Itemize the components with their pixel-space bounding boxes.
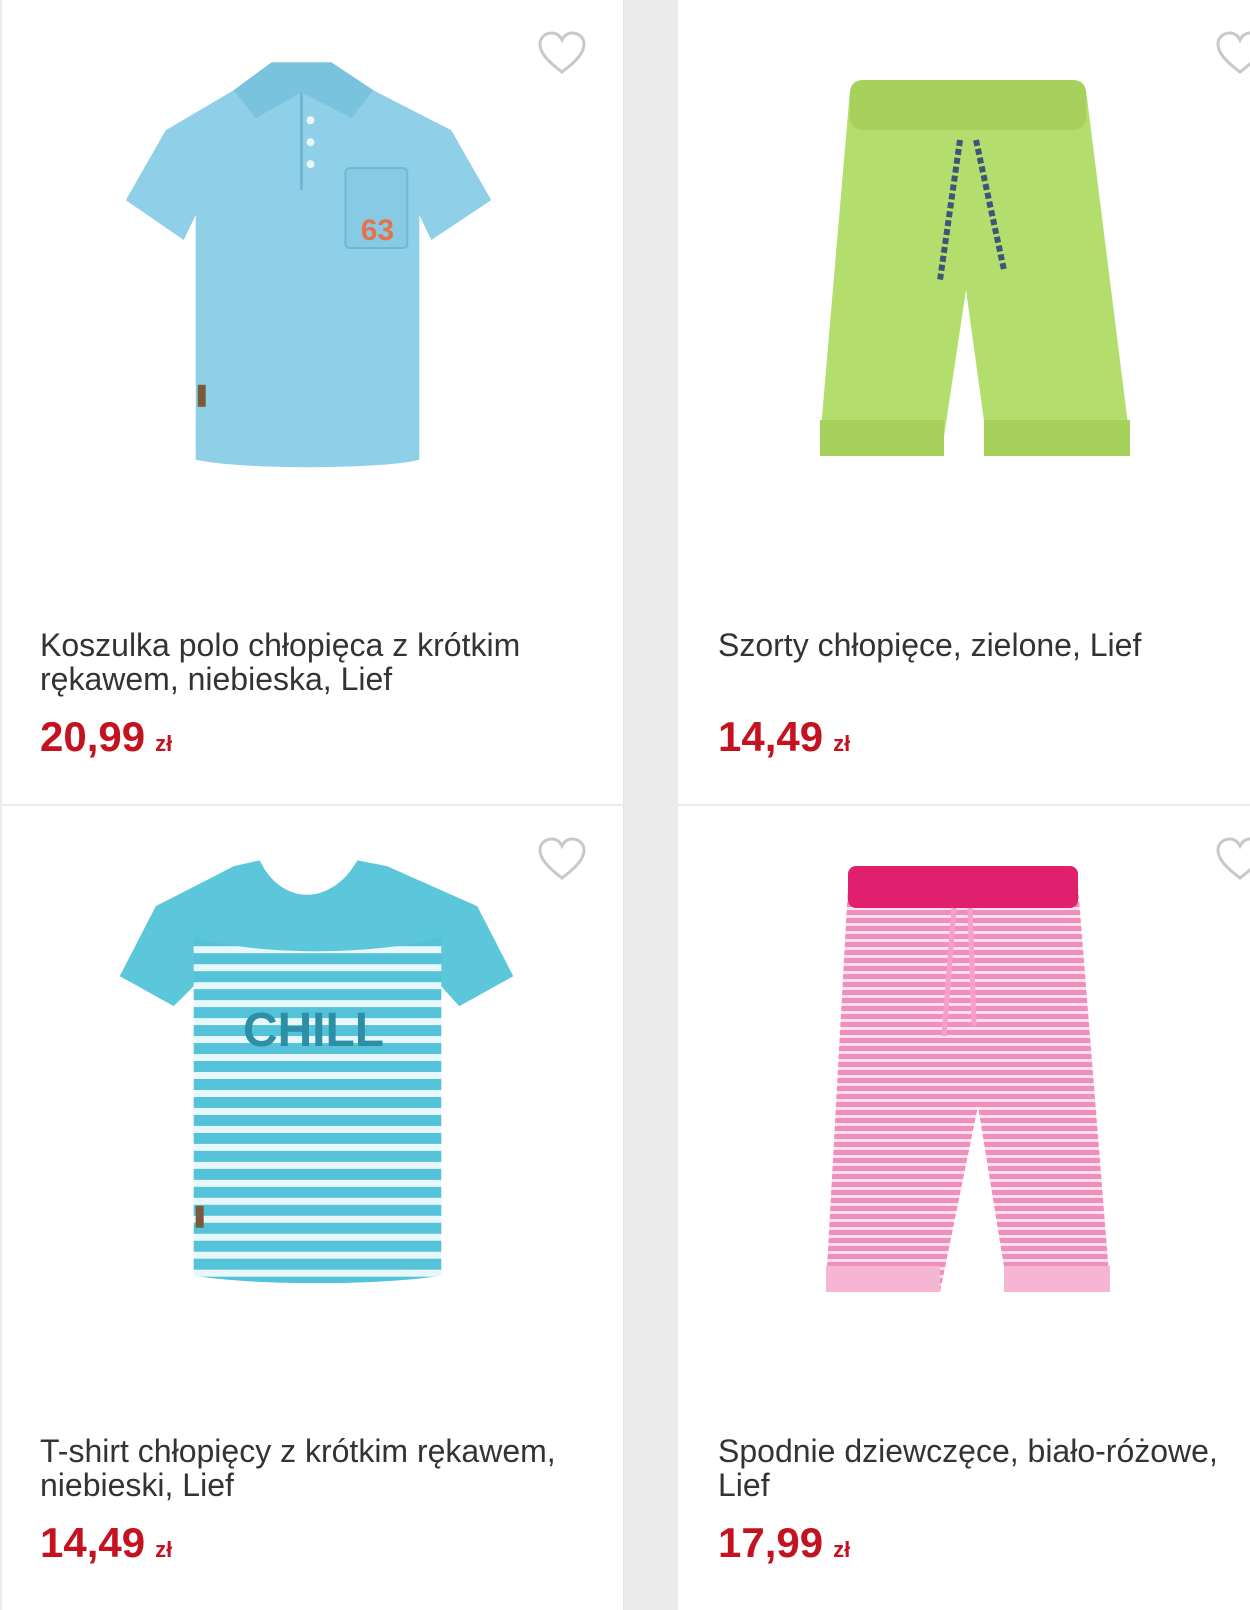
- product-card[interactable]: Szorty chłopięce, zielone, Lief 14,49 zł: [678, 0, 1250, 804]
- pants-image[interactable]: [678, 846, 1250, 1316]
- tshirt-image[interactable]: CHILL: [2, 846, 623, 1316]
- product-price: 14,49 zł: [718, 712, 850, 769]
- product-title[interactable]: Szorty chłopięce, zielone, Lief: [718, 628, 1250, 662]
- price-currency: zł: [155, 731, 173, 756]
- polo-shirt-image[interactable]: 63: [2, 40, 623, 510]
- shorts-image[interactable]: [678, 40, 1250, 510]
- product-title[interactable]: Spodnie dziewczęce, biało-różowe, Lief: [718, 1434, 1250, 1502]
- price-value: 14,49: [40, 1519, 146, 1566]
- price-currency: zł: [833, 731, 851, 756]
- product-card[interactable]: CHILL T-shirt chłopięcy z krótkim rękawe…: [2, 806, 624, 1610]
- heart-icon[interactable]: [536, 836, 588, 882]
- price-value: 17,99: [718, 1519, 824, 1566]
- price-value: 14,49: [718, 713, 824, 760]
- product-price: 17,99 zł: [718, 1518, 850, 1575]
- product-title[interactable]: Koszulka polo chłopięca z krótkim rękawe…: [40, 628, 580, 696]
- product-price: 20,99 zł: [40, 712, 172, 769]
- product-card[interactable]: 63 Koszulka polo chłopięca z krótkim ręk…: [2, 0, 624, 804]
- print-text: CHILL: [243, 1004, 384, 1057]
- product-price: 14,49 zł: [40, 1518, 172, 1575]
- product-card[interactable]: Spodnie dziewczęce, biało-różowe, Lief 1…: [678, 806, 1250, 1610]
- product-title[interactable]: T-shirt chłopięcy z krótkim rękawem, nie…: [40, 1434, 580, 1502]
- price-value: 20,99: [40, 713, 146, 760]
- price-currency: zł: [833, 1537, 851, 1562]
- price-currency: zł: [155, 1537, 173, 1562]
- svg-text:63: 63: [361, 214, 394, 247]
- product-grid: 63 Koszulka polo chłopięca z krótkim ręk…: [0, 0, 1250, 1610]
